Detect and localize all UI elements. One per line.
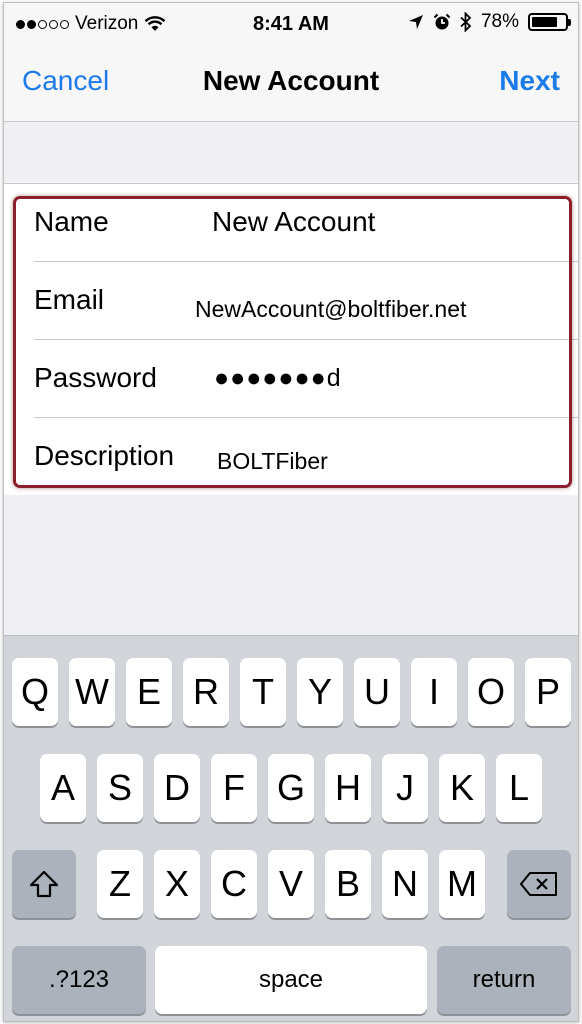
keyboard: Q W E R T Y U I O P A S D F G H J K L Z … <box>4 635 578 1021</box>
status-right: 78% <box>408 11 571 33</box>
key-l[interactable]: L <box>496 754 542 822</box>
key-a[interactable]: A <box>40 754 86 822</box>
key-e[interactable]: E <box>126 658 172 726</box>
key-c[interactable]: C <box>211 850 257 918</box>
delete-key[interactable] <box>507 850 571 918</box>
key-d[interactable]: D <box>154 754 200 822</box>
key-y[interactable]: Y <box>297 658 343 726</box>
location-arrow-icon <box>408 15 423 29</box>
key-q[interactable]: Q <box>12 658 58 726</box>
key-m[interactable]: M <box>439 850 485 918</box>
key-x[interactable]: X <box>154 850 200 918</box>
shift-key[interactable] <box>12 850 76 918</box>
key-f[interactable]: F <box>211 754 257 822</box>
key-o[interactable]: O <box>468 658 514 726</box>
battery-icon <box>528 13 571 31</box>
key-i[interactable]: I <box>411 658 457 726</box>
key-v[interactable]: V <box>268 850 314 918</box>
next-button[interactable]: Next <box>499 65 560 97</box>
alarm-icon <box>433 13 451 30</box>
key-u[interactable]: U <box>354 658 400 726</box>
key-j[interactable]: J <box>382 754 428 822</box>
key-w[interactable]: W <box>69 658 115 726</box>
phone-screen: Verizon 8:41 AM 78% Cancel New Account N… <box>3 2 579 1022</box>
key-z[interactable]: Z <box>97 850 143 918</box>
key-g[interactable]: G <box>268 754 314 822</box>
return-key[interactable]: return <box>437 946 571 1014</box>
key-s[interactable]: S <box>97 754 143 822</box>
form-header-spacer <box>4 122 578 182</box>
numbers-key[interactable]: .?123 <box>12 946 146 1014</box>
navigation-bar: Cancel New Account Next <box>4 43 578 122</box>
key-p[interactable]: P <box>525 658 571 726</box>
bluetooth-icon <box>460 12 472 32</box>
shift-arrow-icon <box>29 870 59 898</box>
battery-percent: 78% <box>480 11 519 32</box>
page-title: New Account <box>202 65 380 96</box>
key-h[interactable]: H <box>325 754 371 822</box>
form-footer-spacer <box>4 495 578 635</box>
key-b[interactable]: B <box>325 850 371 918</box>
key-n[interactable]: N <box>382 850 428 918</box>
status-bar: Verizon 8:41 AM 78% <box>4 3 578 43</box>
key-k[interactable]: K <box>439 754 485 822</box>
highlight-box <box>13 196 572 488</box>
backspace-icon <box>520 872 557 896</box>
space-key[interactable]: space <box>155 946 427 1014</box>
key-t[interactable]: T <box>240 658 286 726</box>
key-r[interactable]: R <box>183 658 229 726</box>
